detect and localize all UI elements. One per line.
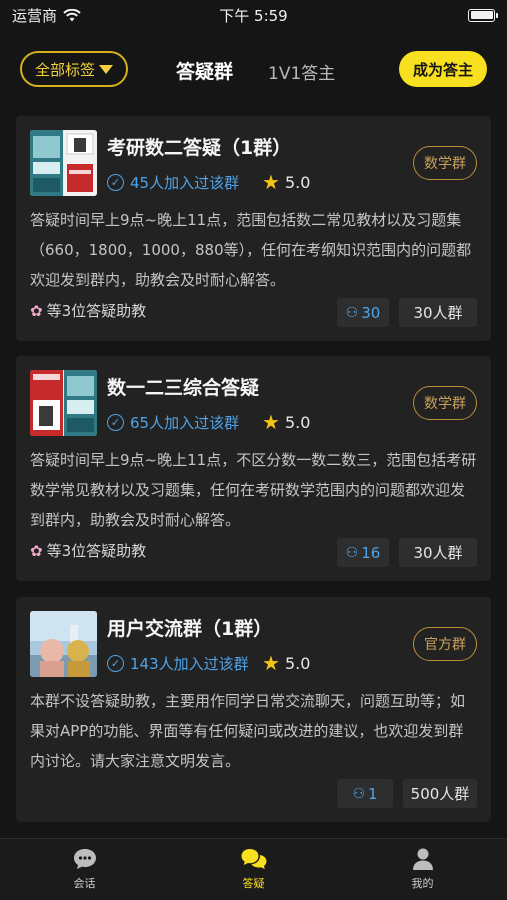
rating-value: 5.0 <box>284 172 311 192</box>
group-size-badge: 30人群 <box>399 298 477 327</box>
carrier-label: 运营商 <box>12 6 58 25</box>
battery-icon <box>468 8 498 22</box>
member-count: 16 <box>361 543 381 562</box>
tabbar-label: 答疑 <box>242 877 265 890</box>
group-card[interactable]: 考研数二答疑（1群） ✓ 45人加入过该群 ★ 5.0 数学群 答疑时间早上9点… <box>16 116 491 341</box>
star-icon: ★ <box>262 170 280 194</box>
bottom-tab-bar: 会话 答疑 我的 <box>0 838 507 900</box>
group-description: 本群不设答疑助教，主要用作同学日常交流聊天，问题互助等；如果对APP的功能、界面… <box>30 692 466 770</box>
group-thumbnail <box>30 370 97 436</box>
group-type-badge: 官方群 <box>413 627 477 661</box>
status-bar: 运营商 下午 5:59 <box>0 0 507 30</box>
assistants-text: 等3位答疑助教 <box>46 542 147 560</box>
assistant-avatar-icon: ✿ <box>30 541 43 560</box>
become-answerer-button[interactable]: 成为答主 <box>399 51 487 87</box>
tabbar-label: 我的 <box>411 877 434 890</box>
status-left: 运营商 <box>12 5 81 26</box>
joined-text: 45人加入过该群 <box>130 174 240 192</box>
group-type-badge: 数学群 <box>413 146 477 180</box>
group-card[interactable]: 用户交流群（1群） ✓ 143人加入过该群 ★ 5.0 官方群 本群不设答疑助教… <box>16 597 491 822</box>
tab-1v1-answerers[interactable]: 1V1答主 <box>268 59 335 84</box>
tabbar-item-conversations[interactable]: 会话 <box>0 839 169 900</box>
member-count-badge: ⚇ 16 <box>337 538 389 567</box>
group-title: 用户交流群（1群） <box>107 618 273 640</box>
joined-count: ✓ 65人加入过该群 <box>107 412 239 433</box>
check-circle-icon: ✓ <box>107 655 124 672</box>
wifi-icon <box>63 8 81 21</box>
caret-down-icon <box>99 64 113 74</box>
person-outline-icon: ⚇ <box>345 304 359 321</box>
person-outline-icon: ⚇ <box>345 544 359 561</box>
group-title: 数一二三综合答疑 <box>107 377 260 399</box>
joined-count: ✓ 45人加入过该群 <box>107 172 239 193</box>
group-title: 考研数二答疑（1群） <box>107 137 292 159</box>
group-description: 答疑时间早上9点~晚上11点，不区分数一数二数三，范围包括考研数学常见教材以及习… <box>30 451 477 529</box>
assistants-info: ✿ 等3位答疑助教 <box>30 540 146 561</box>
group-rating: ★ 5.0 <box>262 410 310 434</box>
tabbar-label: 会话 <box>73 877 96 890</box>
member-count: 30 <box>361 303 381 322</box>
group-type-badge: 数学群 <box>413 386 477 420</box>
group-thumbnail <box>30 130 97 196</box>
person-icon <box>412 848 433 870</box>
group-card[interactable]: 数一二三综合答疑 ✓ 65人加入过该群 ★ 5.0 数学群 答疑时间早上9点~晚… <box>16 356 491 581</box>
group-rating: ★ 5.0 <box>262 651 310 675</box>
assistants-info: ✿ 等3位答疑助教 <box>30 300 146 321</box>
rating-value: 5.0 <box>284 412 311 432</box>
rating-value: 5.0 <box>284 653 311 673</box>
group-size-badge: 30人群 <box>399 538 477 567</box>
check-circle-icon: ✓ <box>107 414 124 431</box>
star-icon: ★ <box>262 410 280 434</box>
joined-count: ✓ 143人加入过该群 <box>107 653 249 674</box>
assistants-text: 等3位答疑助教 <box>46 302 147 320</box>
person-outline-icon: ⚇ <box>352 785 365 802</box>
assistant-avatar-icon: ✿ <box>30 301 43 320</box>
tabbar-item-profile[interactable]: 我的 <box>338 839 507 900</box>
group-description: 答疑时间早上9点~晚上11点，范围包括数二常见教材以及习题集（660，1800，… <box>30 211 472 289</box>
tab-qa-groups[interactable]: 答疑群 <box>176 57 233 84</box>
tabbar-item-qa[interactable]: 答疑 <box>169 839 338 900</box>
qa-bubbles-icon <box>241 849 266 869</box>
joined-text: 143人加入过该群 <box>130 655 249 673</box>
check-circle-icon: ✓ <box>107 174 124 191</box>
tag-filter-label: 全部标签 <box>34 60 95 79</box>
chat-bubble-icon <box>73 849 96 869</box>
member-count-badge: ⚇ 1 <box>337 779 393 808</box>
joined-text: 65人加入过该群 <box>130 414 240 432</box>
member-count-badge: ⚇ 30 <box>337 298 389 327</box>
group-rating: ★ 5.0 <box>262 170 310 194</box>
top-header: 全部标签 答疑群 1V1答主 成为答主 <box>0 48 507 92</box>
member-count: 1 <box>368 784 378 803</box>
star-icon: ★ <box>262 651 280 675</box>
group-size-badge: 500人群 <box>403 779 477 808</box>
group-thumbnail <box>30 611 97 677</box>
tag-filter-dropdown[interactable]: 全部标签 <box>20 51 128 87</box>
